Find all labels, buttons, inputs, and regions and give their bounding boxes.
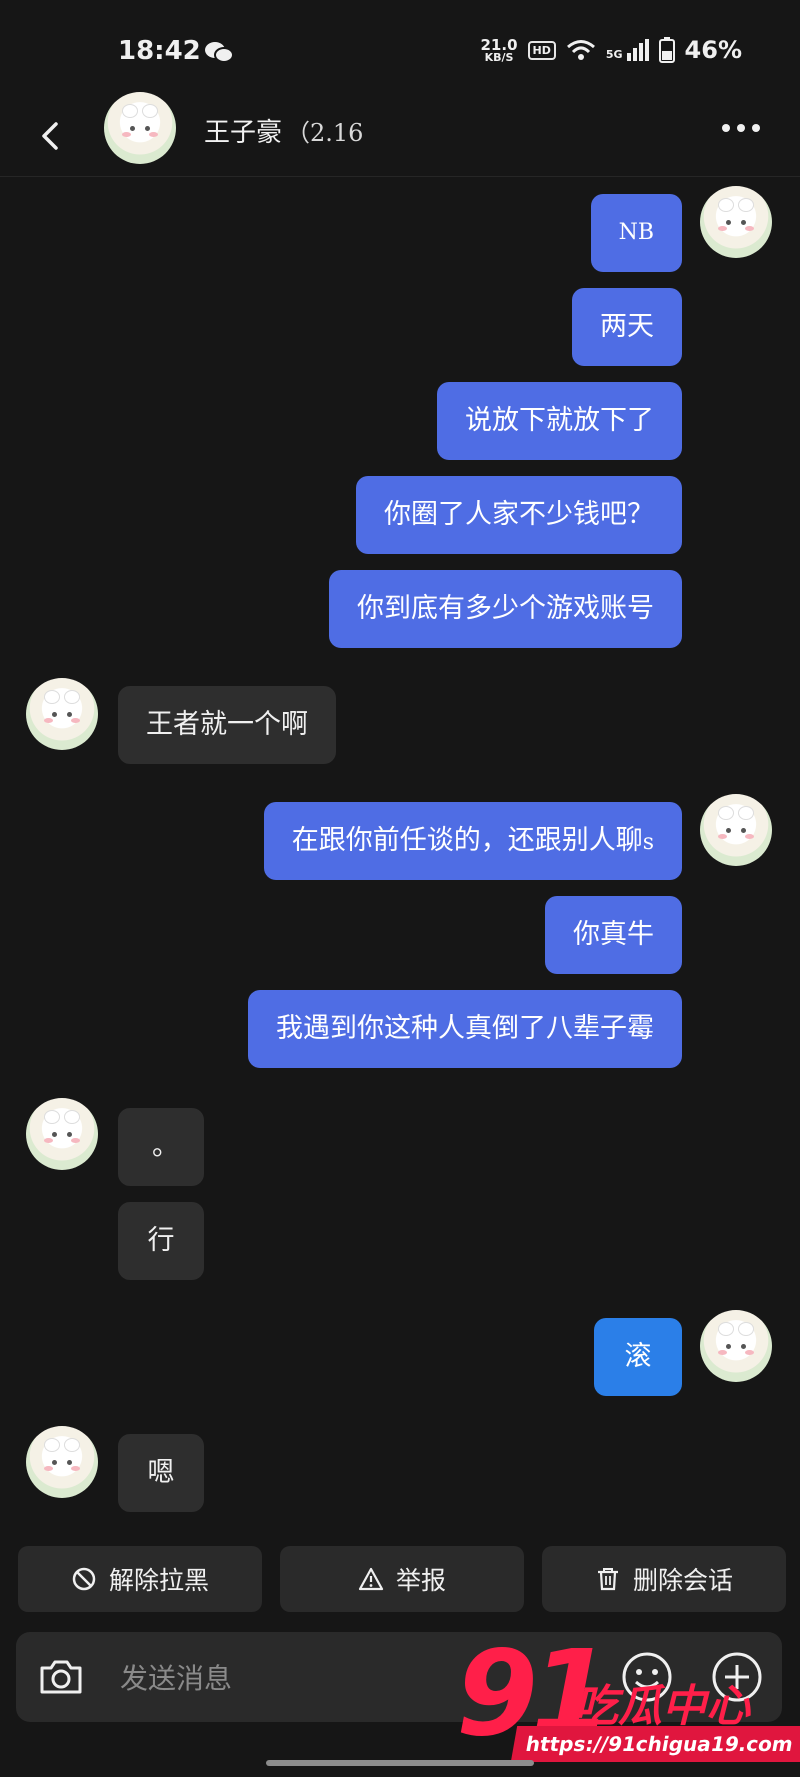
hd-badge: HD [527, 40, 556, 60]
message-bubble[interactable]: 。 [118, 1108, 204, 1186]
wifi-icon [566, 40, 595, 60]
message-bubble[interactable]: 你圈了人家不少钱吧？ [356, 476, 682, 554]
signal-icon: 5G [606, 39, 649, 61]
unblock-label: 解除拉黑 [108, 1566, 209, 1595]
watermark-brand: 吃瓜中心 [574, 1681, 750, 1732]
contact-name[interactable]: 王子豪 （2.16 [204, 112, 363, 149]
status-indicators: 21.0 KB/S HD 5G 46% [481, 36, 743, 64]
report-label: 举报 [395, 1566, 446, 1595]
contact-avatar[interactable] [104, 92, 176, 164]
contact-avatar[interactable] [26, 1426, 98, 1498]
net-speed: 21.0 KB/S [480, 35, 518, 64]
warning-icon [358, 1567, 384, 1591]
message-bubble[interactable]: NB [590, 194, 682, 272]
status-bar: 18:42 21.0 KB/S HD 5G 46% [0, 0, 800, 100]
message-bubble[interactable]: 行 [118, 1202, 204, 1280]
message-bubble[interactable]: 王者就一个啊 [118, 686, 336, 764]
delete-conversation-button[interactable]: 删除会话 [542, 1546, 786, 1612]
message-bubble[interactable]: 嗯 [118, 1434, 204, 1512]
back-icon[interactable] [36, 116, 66, 156]
action-bar: 解除拉黑 举报 删除会话 [0, 1546, 800, 1612]
camera-icon[interactable] [36, 1652, 86, 1702]
message-bubble[interactable]: 说放下就放下了 [437, 382, 682, 460]
message-bubble[interactable]: 你到底有多少个游戏账号 [329, 570, 682, 648]
delete-label: 删除会话 [632, 1566, 733, 1595]
message-input[interactable]: 发送消息 [120, 1657, 232, 1697]
contact-avatar[interactable] [26, 678, 98, 750]
message-bubble[interactable]: 你真牛 [545, 896, 682, 974]
battery-icon [658, 37, 675, 63]
my-avatar[interactable] [700, 794, 772, 866]
more-icon[interactable] [722, 124, 760, 132]
contact-avatar[interactable] [26, 1098, 98, 1170]
watermark-url: https://91chigua19.com [510, 1726, 800, 1762]
wechat-icon [205, 42, 234, 63]
trash-icon [597, 1568, 618, 1591]
block-icon [72, 1567, 96, 1591]
message-bubble[interactable]: 滚 [594, 1318, 682, 1396]
message-bubble[interactable]: 我遇到你这种人真倒了八辈子霉 [248, 990, 682, 1068]
battery-percent: 46% [684, 36, 742, 64]
my-avatar[interactable] [700, 186, 772, 258]
my-avatar[interactable] [700, 1310, 772, 1382]
status-time: 18:42 [118, 36, 201, 66]
home-indicator [266, 1760, 534, 1766]
watermark: 91 吃瓜中心 https://91chigua19.com [456, 1634, 800, 1764]
unblock-button[interactable]: 解除拉黑 [18, 1546, 262, 1612]
report-button[interactable]: 举报 [280, 1546, 524, 1612]
message-bubble[interactable]: 两天 [572, 288, 682, 366]
message-bubble[interactable]: 在跟你前任谈的，还跟别人聊s [263, 802, 682, 880]
